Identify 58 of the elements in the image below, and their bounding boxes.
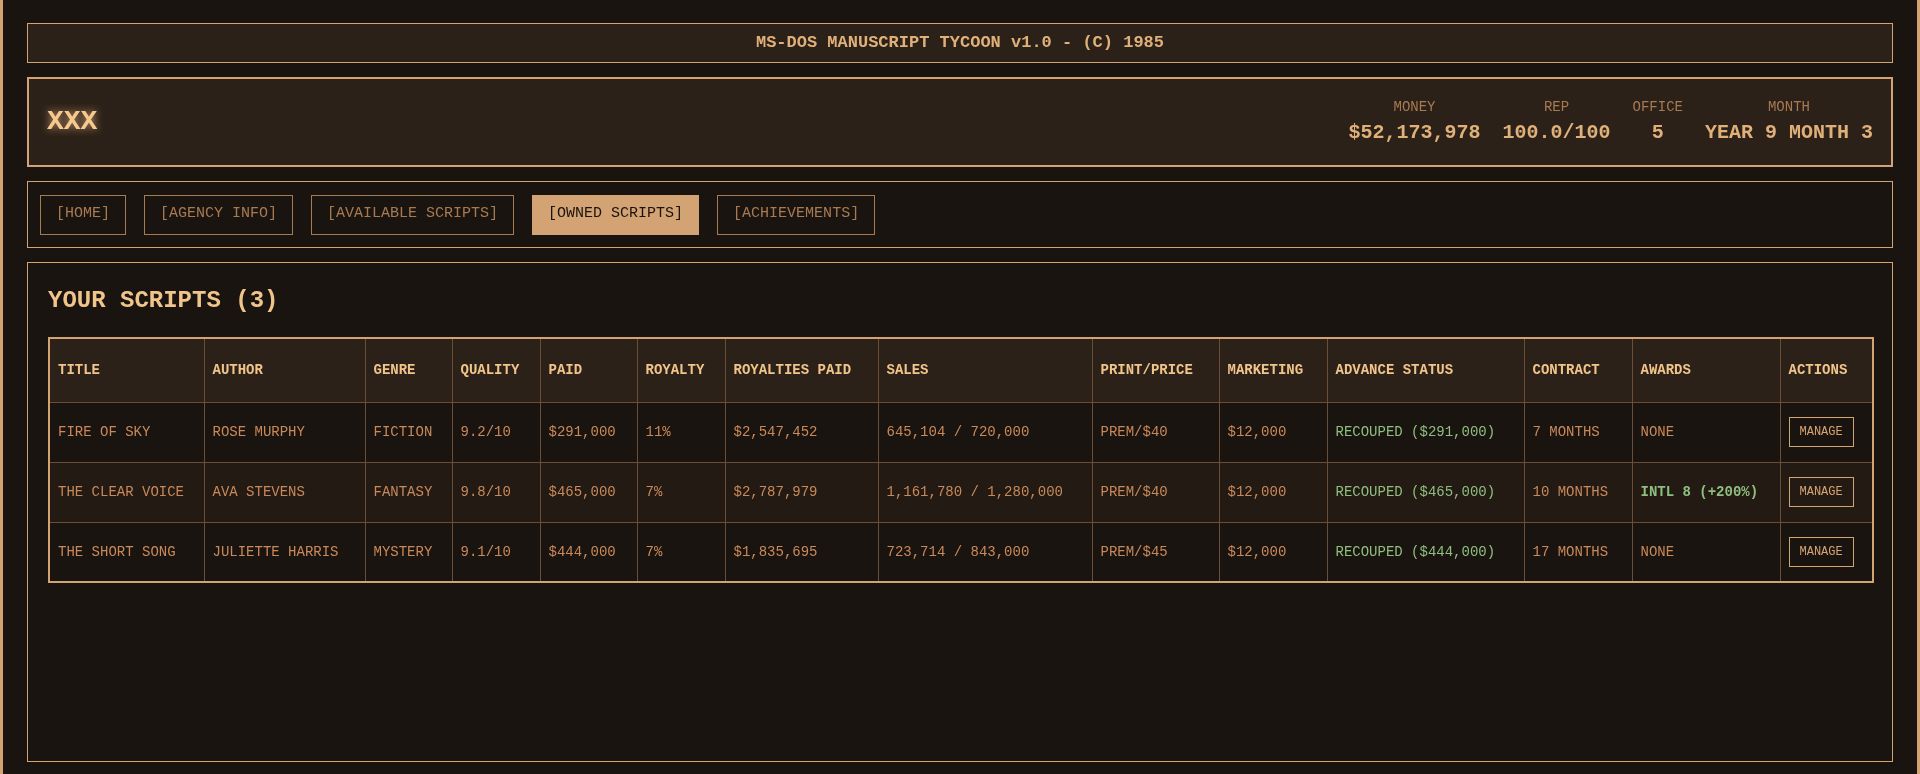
- section-title: YOUR SCRIPTS (3): [48, 286, 280, 316]
- table-cell: $2,547,452: [725, 402, 878, 462]
- nav-tab[interactable]: [HOME]: [40, 194, 126, 235]
- table-cell: RECOUPED ($291,000): [1327, 402, 1524, 462]
- table-cell: 7 MONTHS: [1524, 402, 1632, 462]
- stat-value: 100.0/100: [1502, 119, 1611, 146]
- table-cell: AVA STEVENS: [204, 462, 365, 522]
- column-header: MARKETING: [1219, 338, 1327, 402]
- column-header: SALES: [878, 338, 1092, 402]
- column-header: PRINT/PRICE: [1092, 338, 1219, 402]
- stat-value: 5: [1651, 119, 1664, 146]
- nav-tab[interactable]: [ACHIEVEMENTS]: [717, 194, 876, 235]
- stat-label: MONTH: [1767, 97, 1810, 117]
- table-cell: 10 MONTHS: [1524, 462, 1632, 522]
- manage-button[interactable]: MANAGE: [1788, 536, 1854, 567]
- table-cell: FANTASY: [365, 462, 452, 522]
- table-cell: NONE: [1632, 402, 1780, 462]
- column-header: ROYALTY: [637, 338, 725, 402]
- column-header: ADVANCE STATUS: [1327, 338, 1524, 402]
- table-cell: THE CLEAR VOICE: [49, 462, 204, 522]
- table-cell: $291,000: [540, 402, 637, 462]
- stat-label: OFFICE: [1632, 97, 1683, 117]
- column-header: AWARDS: [1632, 338, 1780, 402]
- nav-tab[interactable]: [AGENCY INFO]: [144, 194, 294, 235]
- table-cell: $465,000: [540, 462, 637, 522]
- manage-button[interactable]: MANAGE: [1788, 477, 1854, 507]
- manage-button[interactable]: MANAGE: [1788, 417, 1854, 447]
- nav-tab[interactable]: [AVAILABLE SCRIPTS]: [311, 194, 515, 235]
- column-header: AUTHOR: [204, 338, 365, 402]
- table-cell: $12,000: [1219, 462, 1327, 522]
- column-header: PAID: [540, 338, 637, 402]
- column-header: GENRE: [365, 338, 452, 402]
- table-cell: 9.2/10: [452, 402, 540, 462]
- table-cell: PREM/$40: [1092, 402, 1219, 462]
- title-bar: MS-DOS MANUSCRIPT TYCOON v1.0 - (C) 1985: [27, 23, 1893, 63]
- table-cell: 11%: [637, 402, 725, 462]
- stat-label: MONEY: [1393, 97, 1436, 117]
- agency-name: XXX: [47, 105, 98, 139]
- table-cell: 9.8/10: [452, 462, 540, 522]
- table-cell: ROSE MURPHY: [204, 402, 365, 462]
- table-cell: 1,161,780 / 1,280,000: [878, 462, 1092, 522]
- table-cell: $2,787,979: [725, 462, 878, 522]
- table-cell: FIRE OF SKY: [49, 402, 204, 462]
- table-cell: PREM/$40: [1092, 462, 1219, 522]
- stat-value: $52,173,978: [1348, 119, 1481, 146]
- table-cell: 7%: [637, 462, 725, 522]
- nav-tab[interactable]: [OWNED SCRIPTS]: [532, 194, 700, 235]
- column-header: CONTRACT: [1524, 338, 1632, 402]
- stat-value: YEAR 9 MONTH 3: [1704, 119, 1873, 146]
- table-cell: FICTION: [365, 402, 452, 462]
- stat-label: REP: [1543, 97, 1570, 117]
- table-cell: 645,104 / 720,000: [878, 402, 1092, 462]
- table-cell: RECOUPED ($465,000): [1327, 462, 1524, 522]
- column-header: ROYALTIES PAID: [725, 338, 878, 402]
- table-cell: INTL 8 (+200%): [1632, 462, 1780, 522]
- column-header: QUALITY: [452, 338, 540, 402]
- column-header: TITLE: [49, 338, 204, 402]
- table-cell: $12,000: [1219, 402, 1327, 462]
